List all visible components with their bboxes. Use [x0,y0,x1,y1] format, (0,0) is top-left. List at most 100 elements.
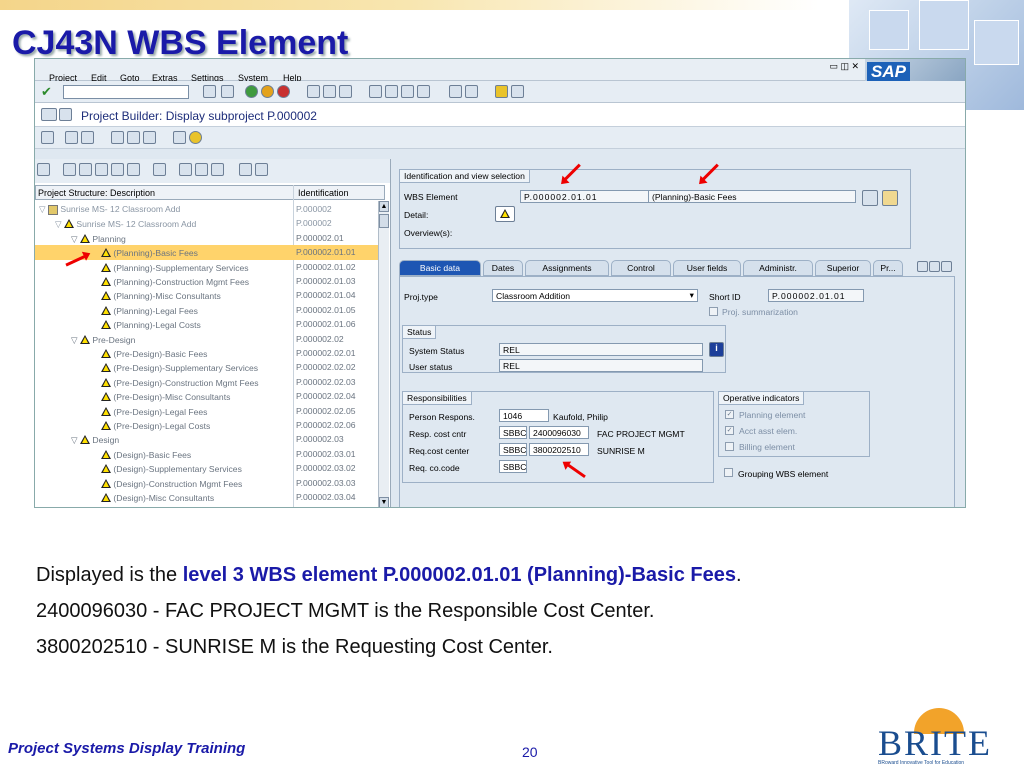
list-icon[interactable] [143,131,156,144]
tree-row-17[interactable]: (Design)-Basic Fees P.000002.03.01 [35,447,378,461]
notes-icon[interactable] [173,131,186,144]
find-icon[interactable] [323,85,336,98]
exit-icon[interactable] [261,85,274,98]
last-page-icon[interactable] [417,85,430,98]
scroll-down-icon[interactable]: ▼ [379,497,389,507]
tab-scroll-right-icon[interactable] [929,261,940,272]
tree-find-icon[interactable] [179,163,192,176]
grouping-wbs-checkbox[interactable] [724,468,733,477]
respcc-field[interactable]: 2400096030 [529,426,589,439]
delete-icon[interactable] [79,163,92,176]
tab-administr[interactable]: Administr. [743,260,813,276]
tree-scrollbar[interactable]: ▲ ▼ [378,201,389,507]
first-page-icon[interactable] [369,85,382,98]
edit-pencil-icon[interactable] [862,190,878,206]
template-icon[interactable] [81,131,94,144]
collapse-icon[interactable] [239,163,252,176]
tree-row-15[interactable]: (Pre-Design)-Legal Costs P.000002.02.06 [35,418,378,432]
reqco-field[interactable]: SBBC [499,460,527,473]
wbs-element-field[interactable]: P.000002.01.01 [520,190,660,203]
tree-row-16[interactable]: ▽ Design P.000002.03 [35,432,378,446]
tree-row-8[interactable]: (Planning)-Legal Costs P.000002.01.06 [35,317,378,331]
scroll-thumb[interactable] [379,214,389,228]
cancel-icon[interactable] [277,85,290,98]
tab-assignments[interactable]: Assignments [525,260,609,276]
tree-row-2[interactable]: ▽ Planning P.000002.01 [35,231,378,245]
undo-icon[interactable] [127,163,140,176]
tree-row-5[interactable]: (Planning)-Construction Mgmt Fees P.00000… [35,274,378,288]
reqcc-field[interactable]: 3800202510 [529,443,589,456]
info-icon[interactable]: i [709,342,724,357]
tree-row-4[interactable]: (Planning)-Supplementary Services P.00000… [35,260,378,274]
window-controls[interactable]: ▭ ◫ ✕ [829,61,859,72]
tree-row-14[interactable]: (Pre-Design)-Legal Fees P.000002.02.05 [35,404,378,418]
settings-icon[interactable] [189,131,202,144]
paste-icon[interactable] [111,163,124,176]
tree-row-13[interactable]: (Pre-Design)-Misc Consultants P.000002.02… [35,389,378,403]
tree-row-11[interactable]: (Pre-Design)-Supplementary Services P.000… [35,360,378,374]
copy-icon[interactable] [65,131,78,144]
tree-row-1[interactable]: ▽ Sunrise MS- 12 Classroom Add P.000002 [35,216,378,230]
copy-tree-icon[interactable] [95,163,108,176]
proj-summarization-checkbox[interactable] [709,307,718,316]
print-icon[interactable] [307,85,320,98]
tree-col-identification[interactable]: Identification [298,188,349,198]
help-icon[interactable] [495,85,508,98]
person-icon[interactable] [882,190,898,206]
enter-check-icon[interactable]: ✔ [41,84,52,100]
tree-col-description[interactable]: Project Structure: Description [38,188,155,198]
edit-pencil-icon[interactable] [41,131,54,144]
new-doc-icon[interactable] [63,163,76,176]
save-icon[interactable] [221,85,234,98]
tab-control[interactable]: Control [611,260,671,276]
tree-trash-icon[interactable] [211,163,224,176]
scroll-up-icon[interactable]: ▲ [379,201,389,212]
tree-row-18[interactable]: (Design)-Supplementary Services P.000002.… [35,461,378,475]
tree-find-next-icon[interactable] [195,163,208,176]
tab-superior[interactable]: Superior [815,260,871,276]
layout-menu-icon[interactable] [511,85,524,98]
acct-asst-checkbox[interactable]: ✓ [725,426,734,435]
person-field[interactable]: 1046 [499,409,549,422]
back-green-icon[interactable] [245,85,258,98]
tree-row-10[interactable]: (Pre-Design)-Basic Fees P.000002.02.01 [35,346,378,360]
find-next-icon[interactable] [339,85,352,98]
back-icon[interactable] [203,85,216,98]
planning-element-checkbox[interactable]: ✓ [725,410,734,419]
tree-row-20[interactable]: (Design)-Misc Consultants P.000002.03.04 [35,490,378,504]
tree-row-7[interactable]: (Planning)-Legal Fees P.000002.01.05 [35,303,378,317]
projtype-select[interactable]: Classroom Addition ▾ [492,289,698,302]
open-folder-icon[interactable] [37,163,50,176]
user-status-field[interactable]: REL [499,359,703,372]
structure-icon[interactable] [111,131,124,144]
new-session-icon[interactable] [449,85,462,98]
expand-icon[interactable] [255,163,268,176]
reqcc-co-field[interactable]: SBBC [499,443,527,456]
hierarchy-icon[interactable] [127,131,140,144]
dropdown-icon[interactable]: ▾ [690,290,694,301]
tree-row-0[interactable]: ▽ Sunrise MS- 12 Classroom Add P.000002 [35,202,378,216]
wbs-description-field[interactable]: (Planning)-Basic Fees [648,190,856,203]
tab-user-fields[interactable]: User fields [673,260,741,276]
move-icon[interactable] [153,163,166,176]
tab-basic-data[interactable]: Basic data [399,260,481,276]
prev-page-icon[interactable] [385,85,398,98]
detail-icon[interactable] [59,108,72,121]
tab-more[interactable]: Pr... [873,260,903,276]
next-page-icon[interactable] [401,85,414,98]
billing-checkbox[interactable] [725,442,734,451]
tab-dates[interactable]: Dates [483,260,523,276]
tab-list-icon[interactable] [941,261,952,272]
detail-wbs-icon[interactable] [495,206,515,222]
switch-icon[interactable] [41,108,57,121]
tree-row-19[interactable]: (Design)-Construction Mgmt Fees P.000002.… [35,476,378,490]
shortid-field[interactable]: P.000002.01.01 [768,289,864,302]
shortcut-icon[interactable] [465,85,478,98]
tree-row-12[interactable]: (Pre-Design)-Construction Mgmt Fees P.000… [35,375,378,389]
tree-row-6[interactable]: (Planning)-Misc Consultants P.000002.01.0… [35,288,378,302]
command-field[interactable] [63,85,189,99]
respcc-co-field[interactable]: SBBC [499,426,527,439]
system-status-field[interactable]: REL [499,343,703,356]
tree-row-9[interactable]: ▽ Pre-Design P.000002.02 [35,332,378,346]
tab-scroll-left-icon[interactable] [917,261,928,272]
